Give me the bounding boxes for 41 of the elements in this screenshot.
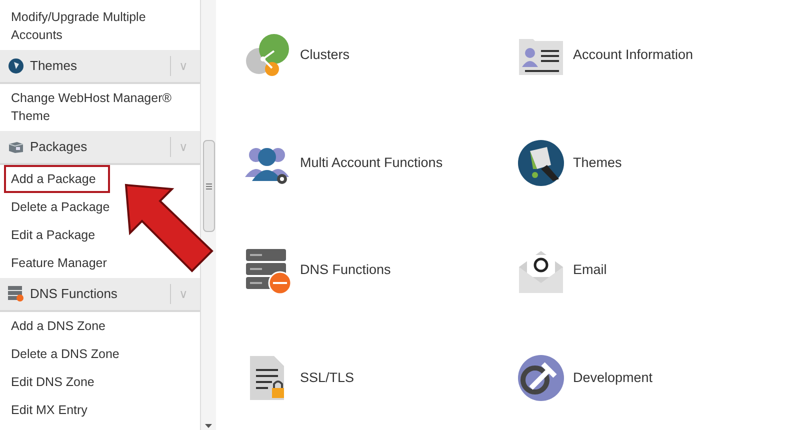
scroll-down-icon[interactable]	[205, 424, 212, 428]
section-title: Packages	[30, 138, 88, 156]
paintbrush-icon	[517, 138, 565, 187]
server-dns-icon	[244, 246, 292, 294]
section-header[interactable]: Packages ∨	[0, 131, 200, 165]
category-tile[interactable]: Themes	[517, 138, 790, 187]
share-circles-icon	[244, 31, 292, 79]
menu-link[interactable]: Edit a Package	[4, 221, 102, 249]
category-tile[interactable]: Development	[517, 354, 790, 402]
menu-link[interactable]: Delete a Package	[4, 193, 117, 221]
menu-link[interactable]: Add a Package	[4, 165, 110, 193]
menu-link[interactable]: Add a DNS Zone	[4, 312, 112, 340]
tile-label: Development	[573, 369, 653, 388]
section-header[interactable]: Themes ∨	[0, 50, 200, 84]
category-tile[interactable]: Account Information	[517, 31, 790, 79]
tile-label: SSL/TLS	[300, 369, 354, 388]
category-tile[interactable]: DNS Functions	[244, 246, 517, 294]
server-icon	[8, 286, 24, 302]
menu-link[interactable]: Change WebHost Manager® Theme	[4, 84, 196, 130]
category-tile[interactable]: Clusters	[244, 31, 517, 79]
category-tile[interactable]: Email	[517, 246, 790, 294]
tile-label: Account Information	[573, 46, 694, 64]
tile-label: Email	[573, 261, 607, 280]
section-title: DNS Functions	[30, 285, 118, 304]
category-tile[interactable]: SSL/TLS	[244, 354, 517, 402]
grip-icon	[206, 182, 212, 190]
section-header[interactable]: DNS Functions ∨	[0, 278, 200, 312]
tile-label: DNS Functions	[300, 261, 391, 280]
tile-label: Multi Account Functions	[300, 154, 443, 172]
menu-link[interactable]: Edit MX Entry	[4, 396, 94, 424]
scrollbar-thumb[interactable]	[203, 140, 215, 232]
tile-label: Themes	[573, 154, 622, 172]
menu-link[interactable]: Modify/Upgrade Multiple Accounts	[4, 3, 196, 49]
package-box-icon	[8, 140, 24, 154]
menu-link[interactable]: Delete a DNS Zone	[4, 340, 126, 368]
section-title: Themes	[30, 57, 78, 76]
menu-link[interactable]: Feature Manager	[4, 249, 114, 277]
category-tile[interactable]: Multi Account Functions	[244, 138, 517, 187]
menu-link[interactable]: Edit DNS Zone	[4, 368, 102, 396]
scrollbar[interactable]	[200, 0, 216, 430]
tile-label: Clusters	[300, 46, 350, 64]
